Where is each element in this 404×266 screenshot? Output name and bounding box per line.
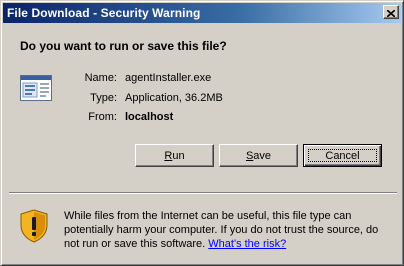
title-bar[interactable]: File Download - Security Warning [3,3,401,23]
from-label: From: [88,111,117,123]
close-icon [387,9,395,17]
cancel-label: Cancel [308,149,377,162]
whats-the-risk-link[interactable]: What's the risk? [208,238,286,250]
save-button[interactable]: Save [219,144,298,167]
file-source-value: localhost [125,111,174,123]
divider [9,192,397,194]
run-label-rest: un [172,149,185,162]
window-title: File Download - Security Warning [7,6,201,20]
dialog-question: Do you want to run or save this file? [20,39,227,53]
security-shield-icon [20,209,48,243]
cancel-button[interactable]: Cancel [303,144,382,167]
file-type-value: Application, 36.2MB [125,92,223,104]
name-label: Name: [84,72,117,84]
save-label-rest: ave [253,149,272,162]
type-label: Type: [90,92,117,104]
security-warning-dialog: File Download - Security Warning Do you … [0,0,404,266]
run-button[interactable]: Run [135,144,214,167]
close-button[interactable] [383,5,399,19]
file-name-value: agentInstaller.exe [125,72,212,84]
security-warning-message: While files from the Internet can be use… [64,209,394,251]
